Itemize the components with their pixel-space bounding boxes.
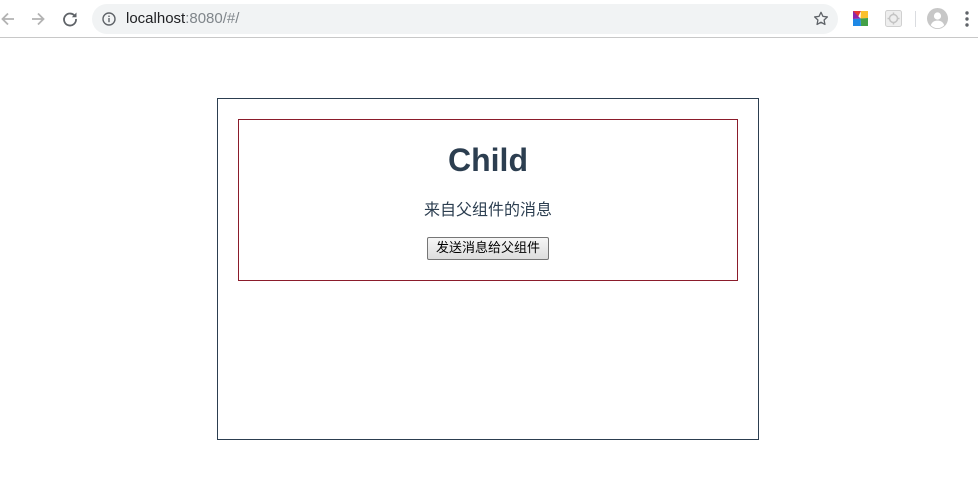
url-path: :8080/#/ bbox=[185, 10, 240, 27]
url-host: localhost bbox=[126, 10, 186, 27]
colorful-extension-icon[interactable] bbox=[852, 10, 869, 27]
info-icon[interactable] bbox=[102, 12, 116, 26]
child-title: Child bbox=[448, 142, 528, 178]
parent-component: Child 来自父组件的消息 发送消息给父组件 bbox=[217, 98, 759, 440]
menu-dots-icon[interactable] bbox=[964, 10, 970, 28]
browser-toolbar: localhost:8080/#/ bbox=[0, 0, 978, 38]
toolbar-divider bbox=[915, 11, 916, 27]
forward-arrow-icon[interactable] bbox=[28, 9, 48, 29]
back-arrow-icon[interactable] bbox=[0, 9, 18, 29]
bookmark-star-icon[interactable] bbox=[813, 11, 829, 27]
url-text[interactable]: localhost:8080/#/ bbox=[126, 11, 239, 27]
profile-avatar-icon[interactable] bbox=[927, 8, 948, 29]
reload-icon[interactable] bbox=[60, 9, 80, 29]
gray-extension-icon[interactable] bbox=[885, 10, 902, 27]
send-message-to-parent-button[interactable]: 发送消息给父组件 bbox=[427, 237, 549, 260]
child-component: Child 来自父组件的消息 发送消息给父组件 bbox=[238, 119, 738, 281]
address-bar[interactable]: localhost:8080/#/ bbox=[92, 4, 838, 34]
parent-message-text: 来自父组件的消息 bbox=[423, 202, 552, 219]
